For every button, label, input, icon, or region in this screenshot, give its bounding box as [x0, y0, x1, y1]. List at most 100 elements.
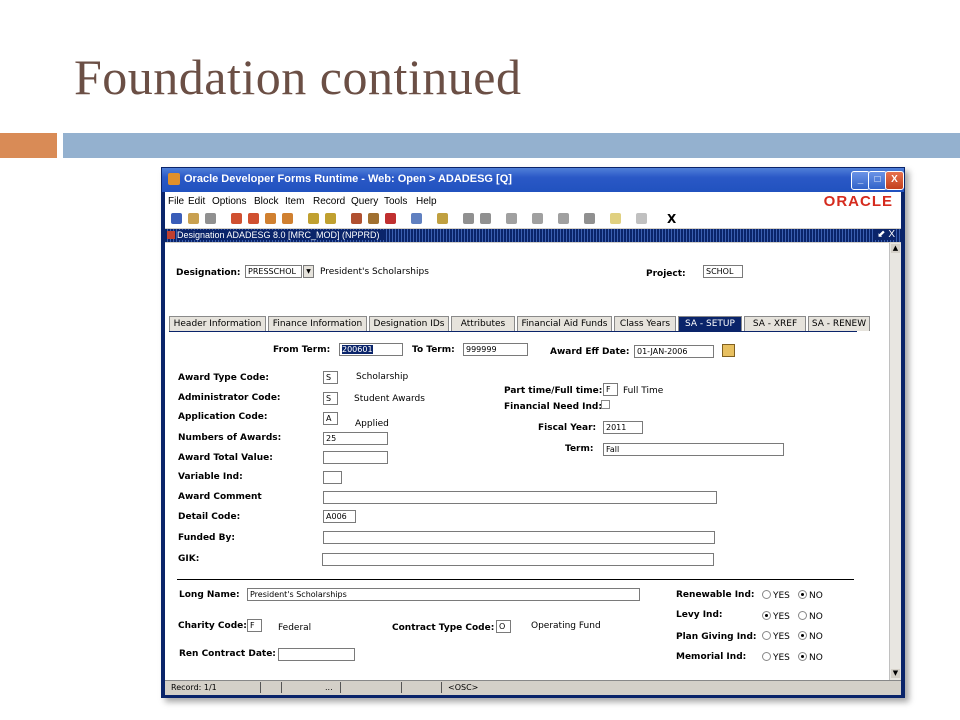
scroll-down-icon[interactable]: ▼: [891, 669, 900, 678]
execute-query-icon[interactable]: [325, 213, 336, 224]
award-eff-date-field[interactable]: 01-JAN-2006: [634, 345, 714, 358]
levy-yes-label: YES: [773, 612, 790, 622]
menu-tools[interactable]: Tools: [384, 196, 407, 207]
exit-button[interactable]: X: [667, 212, 676, 226]
renewable-yes-radio[interactable]: YES: [762, 590, 790, 601]
section-separator: [177, 579, 854, 580]
levy-no-radio[interactable]: NO: [798, 611, 823, 622]
window-titlebar[interactable]: Oracle Developer Forms Runtime - Web: Op…: [162, 168, 904, 192]
rollback-icon[interactable]: [188, 213, 199, 224]
award-type-desc: Scholarship: [356, 372, 409, 382]
forms-window: Oracle Developer Forms Runtime - Web: Op…: [161, 167, 905, 698]
menu-record[interactable]: Record: [313, 196, 345, 207]
next-record-icon[interactable]: [265, 213, 276, 224]
options-icon[interactable]: [532, 213, 543, 224]
award-comment-field[interactable]: [323, 491, 717, 504]
tab-designation-ids[interactable]: Designation IDs: [369, 316, 449, 331]
menu-options[interactable]: Options: [212, 196, 246, 207]
app-code-field[interactable]: A: [323, 412, 338, 425]
renewable-yes-label: YES: [773, 591, 790, 601]
tab-attributes[interactable]: Attributes: [451, 316, 515, 331]
charity-field[interactable]: F: [247, 619, 262, 632]
renewable-no-radio[interactable]: NO: [798, 590, 823, 601]
status-record: Record: 1/1: [171, 683, 217, 692]
insert-record-icon[interactable]: [351, 213, 362, 224]
menu-help[interactable]: Help: [416, 196, 437, 207]
blank-tool-icon[interactable]: [636, 213, 647, 224]
contract-type-field[interactable]: O: [496, 620, 511, 633]
tab-class-years[interactable]: Class Years: [614, 316, 676, 331]
back-icon[interactable]: [506, 213, 517, 224]
radio-circle: [762, 590, 771, 599]
detail-code-label: Detail Code:: [178, 512, 241, 522]
scroll-up-icon[interactable]: ▲: [891, 244, 900, 253]
next-block-icon[interactable]: [282, 213, 293, 224]
search-icon[interactable]: [463, 213, 474, 224]
menu-file[interactable]: File: [168, 196, 184, 207]
menu-edit[interactable]: Edit: [188, 196, 205, 207]
gik-field[interactable]: [322, 553, 714, 566]
list-icon[interactable]: [480, 213, 491, 224]
print-icon[interactable]: [205, 213, 216, 224]
fin-need-checkbox[interactable]: [601, 400, 610, 409]
plan-giving-yes-radio[interactable]: YES: [762, 631, 790, 642]
vertical-scrollbar[interactable]: ▲ ▼: [889, 243, 901, 680]
slide-title: Foundation continued: [74, 49, 522, 105]
plan-giving-no-radio[interactable]: NO: [798, 631, 823, 642]
lightbulb-icon[interactable]: [610, 213, 621, 224]
memorial-yes-radio[interactable]: YES: [762, 652, 790, 663]
long-name-label: Long Name:: [179, 590, 240, 600]
navigate-icon[interactable]: [558, 213, 569, 224]
to-term-field[interactable]: 999999: [463, 343, 528, 356]
tab-header-information[interactable]: Header Information: [169, 316, 266, 331]
levy-yes-radio[interactable]: YES: [762, 611, 790, 622]
funded-by-field[interactable]: [323, 531, 715, 544]
admin-code-field[interactable]: S: [323, 392, 338, 405]
levy-label: Levy Ind:: [676, 610, 723, 620]
previous-record-icon[interactable]: [248, 213, 259, 224]
inner-window-controls[interactable]: ⬋ X: [875, 229, 895, 240]
menu-query[interactable]: Query: [351, 196, 378, 207]
help-icon[interactable]: [584, 213, 595, 224]
renewable-label: Renewable Ind:: [676, 590, 755, 600]
calendar-icon[interactable]: [722, 344, 735, 357]
enter-query-icon[interactable]: [308, 213, 319, 224]
save-icon[interactable]: [171, 213, 182, 224]
award-total-field[interactable]: [323, 451, 388, 464]
ren-contract-field[interactable]: [278, 648, 355, 661]
term-field[interactable]: Fall: [603, 443, 784, 456]
award-type-field[interactable]: S: [323, 371, 338, 384]
tab-financial-aid-funds[interactable]: Financial Aid Funds: [517, 316, 612, 331]
previous-block-icon[interactable]: [231, 213, 242, 224]
menu-item[interactable]: Item: [285, 196, 304, 207]
gik-label: GIK:: [178, 554, 200, 564]
tab-sa-setup[interactable]: SA - SETUP: [678, 316, 742, 331]
long-name-field[interactable]: President's Scholarships: [247, 588, 640, 601]
menu-block[interactable]: Block: [254, 196, 278, 207]
tab-finance-information[interactable]: Finance Information: [268, 316, 367, 331]
detail-code-field[interactable]: A006: [323, 510, 356, 523]
designation-field[interactable]: PRESSCHOL: [245, 265, 302, 278]
inner-window-titlebar[interactable]: Designation ADADESG 8.0 [MRC_MOD] (NPPRD…: [165, 229, 901, 242]
chevron-down-icon[interactable]: ▼: [303, 265, 314, 278]
tab-sa-renew[interactable]: SA - RENEW: [808, 316, 870, 331]
memorial-no-radio[interactable]: NO: [798, 652, 823, 663]
remove-record-icon[interactable]: [368, 213, 379, 224]
part-full-field[interactable]: F: [603, 383, 618, 396]
project-field[interactable]: SCHOL: [703, 265, 743, 278]
variable-ind-field[interactable]: [323, 471, 342, 484]
num-awards-field[interactable]: 25: [323, 432, 388, 445]
fiscal-year-field[interactable]: 2011: [603, 421, 643, 434]
from-term-field[interactable]: 200601: [339, 343, 403, 356]
clear-record-icon[interactable]: [385, 213, 396, 224]
close-button[interactable]: X: [885, 171, 904, 190]
tab-sa-xref[interactable]: SA - XREF: [744, 316, 806, 331]
part-full-desc: Full Time: [623, 386, 664, 396]
ren-contract-label: Ren Contract Date:: [179, 649, 276, 659]
edit-icon[interactable]: [437, 213, 448, 224]
plan-giving-label: Plan Giving Ind:: [676, 632, 757, 642]
copy-icon[interactable]: [411, 213, 422, 224]
memorial-no-label: NO: [809, 653, 823, 663]
window-client: File Edit Options Block Item Record Quer…: [165, 192, 901, 695]
award-total-label: Award Total Value:: [178, 453, 273, 463]
